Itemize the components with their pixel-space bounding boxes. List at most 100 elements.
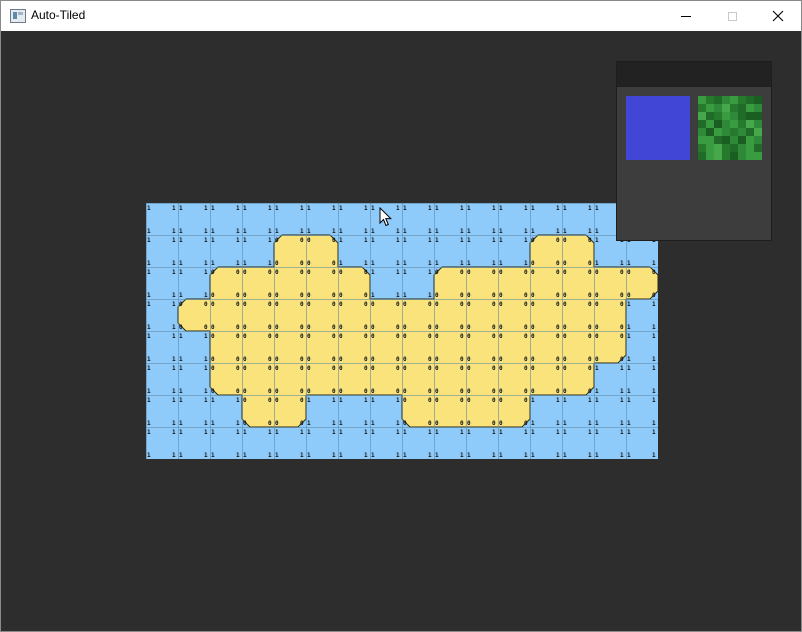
tile-value-label: 1: [531, 429, 535, 436]
grass-pixel: [746, 120, 754, 128]
tile-value-label: 1: [268, 452, 272, 459]
tile-value-label: 1: [211, 205, 215, 212]
tile-value-label: 1: [403, 205, 407, 212]
game-viewport[interactable]: 1 1 1 1 1 1 1 1 1 1 1 1 1 1 1 1 1 1 1 1 1 1 1 1 1 1 1 1 1 1 1 1 1 1 1 1 1 1 1 1…: [1, 31, 801, 631]
tile-value-label: 0: [563, 333, 567, 340]
tile-value-label: 1: [556, 420, 560, 427]
tile-value-label: 1: [364, 260, 368, 267]
close-button[interactable]: [755, 1, 801, 31]
grass-pixel: [698, 136, 706, 144]
tile-value-label: 1: [531, 397, 535, 404]
tile-value-label: 0: [492, 301, 496, 308]
maximize-button[interactable]: [709, 1, 755, 31]
tile-value-label: 1: [243, 429, 247, 436]
tile-value-label: 1: [627, 301, 631, 308]
tile-value-label: 1: [627, 420, 631, 427]
tile-value-label: 1: [147, 356, 151, 363]
grass-tile-swatch[interactable]: [698, 96, 762, 160]
tile-value-label: 0: [588, 333, 592, 340]
tile-value-label: 1: [627, 260, 631, 267]
tile-value-label: 0: [371, 365, 375, 372]
tile-value-label: 1: [307, 429, 311, 436]
tile-value-label: 1: [627, 397, 631, 404]
tile-value-label: 1: [243, 228, 247, 235]
tile-value-label: 1: [403, 452, 407, 459]
tilemap[interactable]: 1 1 1 1 1 1 1 1 1 1 1 1 1 1 1 1 1 1 1 1 1 1 1 1 1 1 1 1 1 1 1 1 1 1 1 1 1 1 1 1…: [146, 203, 658, 459]
tile-value-label: 1: [172, 333, 176, 340]
tile-value-label: 0: [275, 397, 279, 404]
tile-value-label: 1: [556, 429, 560, 436]
tile-value-label: 1: [172, 397, 176, 404]
tile-value-label: 1: [627, 429, 631, 436]
app-window: Auto-Tiled 11111111111111111111111111111…: [0, 0, 802, 632]
tile-value-label: 0: [332, 388, 336, 395]
tile-value-label: 0: [300, 420, 304, 427]
tile-value-label: 0: [332, 301, 336, 308]
tile-value-label: 1: [307, 205, 311, 212]
title-bar[interactable]: Auto-Tiled: [1, 1, 801, 31]
tile-value-label: 0: [435, 365, 439, 372]
tile-value-label: 1: [403, 260, 407, 267]
tile-value-label: 0: [428, 365, 432, 372]
grass-pixel: [754, 136, 762, 144]
tile-value-label: 1: [396, 205, 400, 212]
grass-pixel: [714, 104, 722, 112]
tile-value-label: 1: [211, 429, 215, 436]
tile-value-label: 1: [620, 397, 624, 404]
tile-value-label: 1: [396, 452, 400, 459]
tile-value-label: 0: [499, 292, 503, 299]
tile-value-label: 0: [307, 324, 311, 331]
tile-value-label: 1: [467, 260, 471, 267]
grass-pixel: [706, 128, 714, 136]
tile-value-label: 1: [179, 356, 183, 363]
tile-value-label: 1: [531, 228, 535, 235]
tile-value-label: 1: [332, 397, 336, 404]
grass-pixel: [746, 104, 754, 112]
app-icon: [10, 9, 26, 23]
tile-value-label: 0: [435, 356, 439, 363]
tile-value-label: 1: [236, 205, 240, 212]
tile-value-label: 1: [531, 205, 535, 212]
tile-value-label: 1: [339, 420, 343, 427]
grass-pixel: [730, 96, 738, 104]
tile-value-label: 0: [499, 365, 503, 372]
tile-value-label: 1: [172, 269, 176, 276]
tile-value-label: 1: [595, 365, 599, 372]
tile-value-label: 0: [499, 333, 503, 340]
tile-value-label: 0: [236, 365, 240, 372]
tile-value-label: 0: [236, 333, 240, 340]
tile-value-label: 1: [211, 452, 215, 459]
tile-value-label: 0: [396, 301, 400, 308]
tilemap-canvas[interactable]: 1 1 1 1 1 1 1 1 1 1 1 1 1 1 1 1 1 1 1 1 1 1 1 1 1 1 1 1 1 1 1 1 1 1 1 1 1 1 1 1…: [146, 203, 658, 459]
palette-header[interactable]: [617, 62, 771, 87]
grass-pixel: [722, 112, 730, 120]
tile-value-label: 0: [428, 388, 432, 395]
tile-value-label: 1: [524, 237, 528, 244]
tile-value-label: 0: [243, 356, 247, 363]
tile-value-label: 0: [243, 301, 247, 308]
water-tile-swatch[interactable]: [626, 96, 690, 160]
tile-value-label: 0: [428, 397, 432, 404]
tile-value-label: 1: [428, 260, 432, 267]
tile-value-label: 1: [435, 205, 439, 212]
tile-value-label: 0: [531, 324, 535, 331]
tile-value-label: 0: [275, 269, 279, 276]
tile-value-label: 1: [403, 292, 407, 299]
tile-value-label: 1: [492, 237, 496, 244]
tile-value-label: 0: [563, 260, 567, 267]
grass-pixel: [698, 112, 706, 120]
tile-value-label: 0: [460, 269, 464, 276]
tile-value-label: 1: [524, 260, 528, 267]
minimize-button[interactable]: [663, 1, 709, 31]
tile-value-label: 0: [339, 365, 343, 372]
tile-value-label: 1: [588, 205, 592, 212]
tile-value-label: 0: [371, 356, 375, 363]
tile-value-label: 1: [467, 452, 471, 459]
tile-value-label: 1: [652, 333, 656, 340]
tile-value-label: 0: [435, 397, 439, 404]
tile-value-label: 0: [268, 324, 272, 331]
tile-value-label: 1: [563, 429, 567, 436]
tile-value-label: 0: [179, 324, 183, 331]
tile-value-label: 0: [627, 292, 631, 299]
tile-value-label: 1: [211, 397, 215, 404]
